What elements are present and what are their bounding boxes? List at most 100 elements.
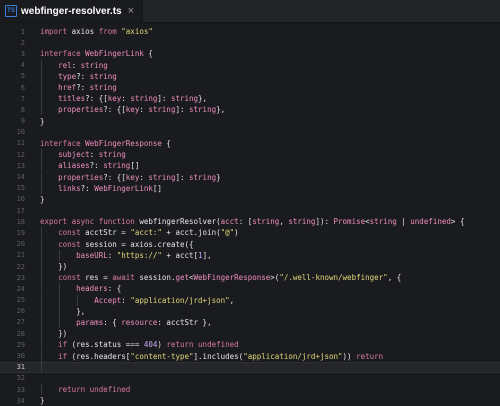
code-line[interactable]: 11 interface WebFingerResponse {: [0, 138, 500, 149]
code-token: if: [58, 340, 68, 350]
code-line[interactable]: 10: [0, 127, 500, 138]
code-line[interactable]: 22 }): [0, 261, 500, 273]
close-icon[interactable]: ×: [128, 5, 134, 17]
indent-guide: [41, 272, 42, 284]
code-line[interactable]: 19 const acctStr = "acct:" + acct.join("…: [0, 227, 500, 239]
code-line[interactable]: 18 export async function webfingerResolve…: [0, 216, 500, 227]
code-line[interactable]: 1 import axios from "axios": [0, 26, 500, 37]
code-line[interactable]: 25 Accept: "application/jrd+json",: [0, 294, 500, 306]
line-number: 29: [16, 340, 25, 349]
code-line[interactable]: 26 },: [0, 305, 500, 317]
code-content: }: [40, 194, 45, 205]
indent-guide: [41, 227, 42, 239]
code-token: properties: [58, 105, 104, 115]
code-line[interactable]: 14 properties?: {[key: string]: string}: [0, 171, 500, 183]
code-token: "application/jrd+json": [243, 351, 343, 361]
code-token: type: [58, 71, 77, 81]
indent-guide: [41, 93, 42, 105]
code-token: string: [369, 217, 397, 227]
line-number: 4: [20, 61, 25, 70]
code-line[interactable]: 8 properties?: {[key: string]: string},: [0, 104, 500, 116]
line-number: 10: [16, 128, 25, 137]
code-editor[interactable]: 1 import axios from "axios" 2 3 interface We…: [0, 23, 500, 406]
line-number: 3: [20, 49, 25, 58]
indent-guide: [41, 249, 42, 261]
code-line[interactable]: 20 const session = axios.create({: [0, 238, 500, 250]
indent-guide: [59, 316, 60, 328]
code-line[interactable]: 3 interface WebFingerLink {: [0, 48, 500, 59]
code-line[interactable]: 24 headers: {: [0, 283, 500, 295]
code-line[interactable]: 6 href?: string: [0, 82, 500, 94]
code-token: ,: [229, 295, 235, 305]
code-line[interactable]: 2: [0, 37, 500, 48]
line-number: 31: [16, 363, 25, 372]
code-line[interactable]: 34}: [0, 395, 500, 406]
code-line[interactable]: 5 type?: string: [0, 70, 500, 82]
code-content: const session = axios.create({: [40, 238, 194, 250]
line-number: 32: [16, 374, 25, 383]
code-token: resource: [121, 317, 158, 327]
code-token: string: [288, 217, 316, 227]
code-content: return undefined: [40, 384, 130, 396]
code-line[interactable]: 33 return undefined: [0, 384, 500, 396]
code-content: if (res.status === 404) return undefined: [40, 339, 239, 351]
code-line[interactable]: 23 const res = await session.get<WebFing…: [0, 272, 500, 284]
line-number: 28: [16, 329, 25, 338]
code-token: :: [89, 150, 99, 160]
code-content: links?: WebFingerLink[]: [40, 182, 162, 194]
code-token: "@": [220, 228, 235, 238]
code-line[interactable]: 9}: [0, 116, 500, 127]
code-content: properties?: {[key: string]: string},: [40, 104, 225, 116]
code-line[interactable]: 7 titles?: {[key: string]: string},: [0, 93, 500, 105]
tab-webfinger-resolver[interactable]: TS webfinger-resolver.ts ×: [0, 0, 144, 22]
indent-guide: [41, 350, 42, 362]
code-token: "application/jrd+json": [130, 295, 230, 305]
code-content: }: [40, 116, 45, 127]
code-line[interactable]: 17: [0, 205, 500, 216]
indent-guide: [41, 328, 42, 340]
code-line[interactable]: 29 if (res.status === 404) return undefi…: [0, 339, 500, 351]
code-line[interactable]: 15 links?: WebFingerLink[]: [0, 182, 500, 194]
code-line[interactable]: 28 }): [0, 328, 500, 340]
code-line[interactable]: 21 baseURL: "https://" + acct[1],: [0, 249, 500, 261]
code-token: },: [198, 94, 208, 104]
code-line[interactable]: 32: [0, 373, 500, 384]
code-line[interactable]: 4 rel: string: [0, 59, 500, 71]
indent-guide: [41, 305, 42, 317]
code-token: subject: [58, 150, 90, 160]
code-token: function: [98, 217, 135, 227]
indent-guide: [41, 149, 42, 161]
code-token: interface: [40, 49, 81, 59]
code-content: interface WebFingerResponse {: [40, 138, 171, 149]
code-content: rel: string: [40, 59, 108, 71]
code-token: "acct:": [130, 228, 162, 238]
code-line[interactable]: 30 if (res.headers["content-type"].inclu…: [0, 350, 500, 362]
code-content: properties?: {[key: string]: string}: [40, 171, 221, 183]
code-line[interactable]: 16}: [0, 194, 500, 205]
code-content: href?: string: [40, 82, 117, 94]
code-line[interactable]: 13 aliases?: string[]: [0, 160, 500, 172]
code-token: : {: [107, 284, 122, 294]
indent-guide: [41, 238, 42, 250]
code-token: get: [175, 273, 190, 283]
code-token: }: [40, 396, 45, 406]
code-token: WebFingerResponse: [85, 138, 162, 148]
code-token: string: [80, 60, 108, 70]
code-line[interactable]: 27 params: { resource: acctStr },: [0, 316, 500, 328]
code-line[interactable]: 12 subject: string: [0, 149, 500, 161]
indent-guide: [41, 171, 42, 183]
code-token: (res.status ===: [67, 340, 144, 350]
code-token: "https://": [116, 250, 162, 260]
code-token: key: [125, 105, 140, 115]
code-content: baseURL: "https://" + acct[1],: [40, 249, 212, 261]
line-number: 22: [16, 262, 25, 271]
code-token: ],: [202, 250, 212, 260]
code-token: string: [252, 217, 280, 227]
code-content: export async function webfingerResolver(…: [40, 216, 464, 227]
code-token: session.: [134, 273, 176, 283]
code-line[interactable]: 31: [0, 361, 500, 373]
line-number: 8: [20, 105, 25, 114]
